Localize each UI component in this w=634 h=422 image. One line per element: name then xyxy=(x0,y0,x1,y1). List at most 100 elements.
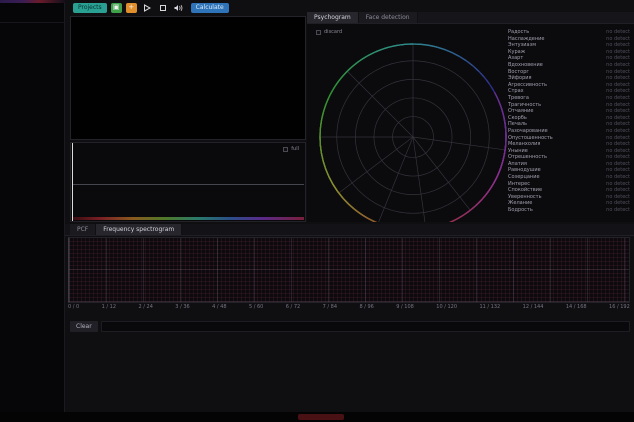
projects-button[interactable]: Projects xyxy=(73,3,107,13)
emotion-row: Созерцание no detect xyxy=(508,174,630,181)
emotion-value: no detect xyxy=(606,194,630,201)
stop-button[interactable] xyxy=(157,2,169,13)
analysis-tabbar: PsychogramFace detection xyxy=(307,12,634,24)
emotion-row: Наслаждениеno detect xyxy=(508,36,630,43)
emotion-name: Скорбь xyxy=(508,115,527,122)
emotion-name: Трагичность xyxy=(508,102,541,109)
emotion-name: Агрессивность xyxy=(508,82,547,89)
emotion-row: Вдохновениеno detect xyxy=(508,62,630,69)
mute-button[interactable] xyxy=(173,2,185,13)
spectrogram-tabbar: PCFFrequency spectrogram xyxy=(65,224,634,236)
emotion-value: no detect xyxy=(606,62,630,69)
time-tick-label: 0 / 0 xyxy=(68,304,79,312)
time-tick-label: 4 / 48 xyxy=(212,304,226,312)
time-tick-label: 3 / 36 xyxy=(175,304,189,312)
time-tick-label: 14 / 168 xyxy=(566,304,587,312)
time-axis: 0 / 0 1 / 12 2 / 24 3 / 36 4 / 48 5 / 60 6 / 7… xyxy=(68,304,630,312)
emotion-row: Опустошенностьno detect xyxy=(508,135,630,142)
time-tick-label: 1 / 12 xyxy=(102,304,116,312)
emotion-value: no detect xyxy=(606,95,630,102)
tab-frequency-spectrogram[interactable]: Frequency spectrogram xyxy=(96,224,182,235)
emotion-name: Энтузиазм xyxy=(508,42,536,49)
time-tick-label: 8 / 96 xyxy=(359,304,373,312)
emotion-value: no detect xyxy=(606,141,630,148)
emotion-row: Разочарование no detect xyxy=(508,128,630,135)
stop-icon xyxy=(159,4,167,12)
emotion-row: Уверенность no detect xyxy=(508,194,630,201)
emotion-row: Меланхолия no detect xyxy=(508,141,630,148)
emotion-value: no detect xyxy=(606,29,630,36)
analysis-panel: PsychogramFace detection discard Радость… xyxy=(307,12,634,222)
import-icon: ▣ xyxy=(113,4,120,11)
emotion-name: Уверенность xyxy=(508,194,542,201)
emotion-row: Печальno detect xyxy=(508,121,630,128)
calculate-button[interactable]: Calculate xyxy=(191,3,229,13)
emotion-name: Эйфория xyxy=(508,75,532,82)
emotion-name: Печаль xyxy=(508,121,527,128)
emotion-name: Отчаяние xyxy=(508,108,533,115)
time-tick-label: 7 / 84 xyxy=(323,304,337,312)
emotion-row: Отчаяние no detect xyxy=(508,108,630,115)
emotion-name: Желание xyxy=(508,200,532,207)
sidebar-divider xyxy=(0,22,65,23)
checkbox-icon xyxy=(283,147,288,152)
play-icon xyxy=(143,4,151,12)
emotion-row: Отрешенностьno detect xyxy=(508,154,630,161)
tab-pcf[interactable]: PCF xyxy=(70,224,96,235)
time-tick-label: 11 / 132 xyxy=(479,304,500,312)
tab-face-detection[interactable]: Face detection xyxy=(359,12,418,23)
time-tick-label: 2 / 24 xyxy=(138,304,152,312)
playhead-cursor[interactable] xyxy=(72,143,73,221)
emotion-value: no detect xyxy=(606,200,630,207)
emotion-row: Апатия no detect xyxy=(508,161,630,168)
video-preview-panel xyxy=(70,16,306,140)
emotion-row: Эйфорияno detect xyxy=(508,75,630,82)
clear-row: Clear xyxy=(70,320,630,332)
waveform-zero-line xyxy=(73,184,304,185)
app-window: Projects ▣ + Calculate full xyxy=(0,0,634,422)
full-checkbox[interactable]: full xyxy=(283,146,299,152)
plus-icon: + xyxy=(128,4,134,11)
import-button[interactable]: ▣ xyxy=(111,3,122,13)
time-tick-label: 12 / 144 xyxy=(523,304,544,312)
emotion-value: no detect xyxy=(606,161,630,168)
emotion-name: Равнодушие xyxy=(508,167,541,174)
emotion-name: Меланхолия xyxy=(508,141,540,148)
emotion-value: no detect xyxy=(606,174,630,181)
emotion-row: Азартno detect xyxy=(508,55,630,62)
emotion-name: Бодрость xyxy=(508,207,533,214)
emotion-value: no detect xyxy=(606,88,630,95)
emotion-row: Кураж no detect xyxy=(508,49,630,56)
emotion-row: Бодростьno detect xyxy=(508,207,630,214)
emotion-name: Разочарование xyxy=(508,128,548,135)
clear-button[interactable]: Clear xyxy=(70,321,98,332)
bottom-bar-red-indicator xyxy=(298,414,344,420)
emotion-value: no detect xyxy=(606,128,630,135)
add-button[interactable]: + xyxy=(126,3,137,13)
time-tick-label: 5 / 60 xyxy=(249,304,263,312)
time-tick-label: 6 / 72 xyxy=(286,304,300,312)
play-button[interactable] xyxy=(141,2,153,13)
emotion-name: Кураж xyxy=(508,49,525,56)
emotion-row: Трагичностьno detect xyxy=(508,102,630,109)
emotion-value: no detect xyxy=(606,82,630,89)
log-output-field[interactable] xyxy=(101,321,630,332)
emotion-value: no detect xyxy=(606,36,630,43)
emotion-name: Тревога xyxy=(508,95,529,102)
emotion-value: no detect xyxy=(606,49,630,56)
emotion-row: Тревога no detect xyxy=(508,95,630,102)
emotion-row: Уныниеno detect xyxy=(508,148,630,155)
time-tick-label: 9 / 108 xyxy=(396,304,414,312)
frequency-spectrogram-grid[interactable] xyxy=(68,237,630,303)
emotion-row: Равнодушиеno detect xyxy=(508,167,630,174)
emotion-name: Апатия xyxy=(508,161,527,168)
emotion-name: Радость xyxy=(508,29,529,36)
time-tick-label: 16 / 192 xyxy=(609,304,630,312)
tab-psychogram[interactable]: Psychogram xyxy=(307,12,359,23)
emotion-row: Желание no detect xyxy=(508,200,630,207)
emotion-value: no detect xyxy=(606,108,630,115)
waveform-spectrum-strip xyxy=(73,217,304,220)
bottom-bar xyxy=(0,412,634,422)
emotion-name: Созерцание xyxy=(508,174,540,181)
emotion-name: Страх xyxy=(508,88,524,95)
